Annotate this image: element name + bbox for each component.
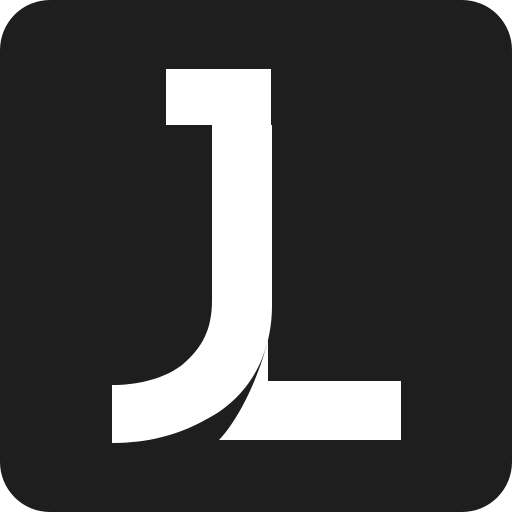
app-icon xyxy=(0,0,512,512)
jl-logo-icon xyxy=(0,0,512,512)
j-top-bar xyxy=(166,69,271,125)
